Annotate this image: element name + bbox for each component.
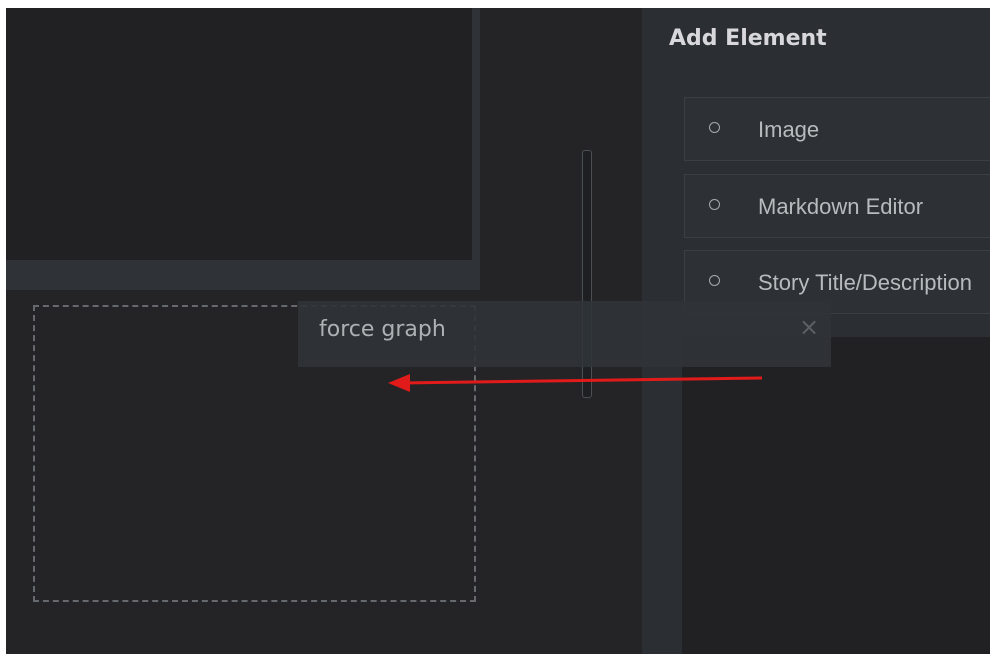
close-icon[interactable]: × <box>799 315 819 339</box>
element-option-image[interactable]: Image <box>684 97 990 161</box>
radio-icon[interactable] <box>709 199 720 210</box>
panel-title: Add Element <box>669 26 827 51</box>
radio-icon[interactable] <box>709 275 720 286</box>
dragged-element-chip[interactable]: force graph × <box>298 301 831 367</box>
element-option-markdown-editor[interactable]: Markdown Editor <box>684 174 990 238</box>
element-list: Image Markdown Editor Story Title/Descri… <box>684 97 990 335</box>
element-option-label: Story Title/Description <box>758 270 972 295</box>
canvas-area: Add Element Image Markdown Editor Story … <box>6 8 990 654</box>
element-option-label: Image <box>758 117 820 142</box>
dragged-element-label: force graph <box>319 317 446 342</box>
story-element-card <box>6 8 480 290</box>
panel-preview-area <box>682 337 990 654</box>
radio-icon[interactable] <box>709 122 720 133</box>
element-option-label: Markdown Editor <box>758 194 924 219</box>
